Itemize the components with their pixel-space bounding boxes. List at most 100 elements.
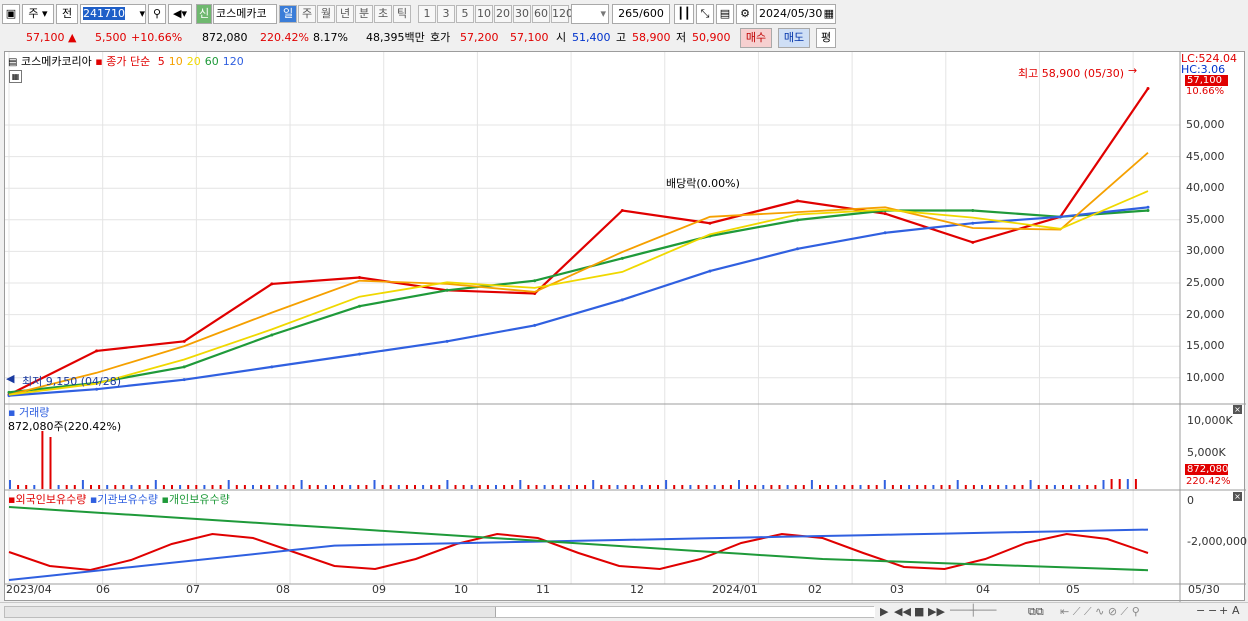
- close-icon[interactable]: ×: [1233, 492, 1242, 501]
- x-tick-label: 07: [186, 583, 200, 596]
- ma-point-120: [1146, 205, 1150, 209]
- interval-button[interactable]: 60: [532, 5, 550, 23]
- plus-icon[interactable]: +: [1219, 604, 1228, 617]
- forward-icon[interactable]: ▶▶: [928, 605, 945, 618]
- ma-point-120: [971, 221, 975, 225]
- low-note: 최저 9,150 (04/28): [22, 375, 122, 388]
- volume-bar: [25, 485, 28, 489]
- price-ytick: 45,000: [1186, 149, 1225, 163]
- save-icon[interactable]: ▤: [716, 4, 734, 24]
- x-tick-label: 09: [372, 583, 386, 596]
- interval-button[interactable]: 120: [551, 5, 573, 23]
- interval-button[interactable]: 20: [494, 5, 512, 23]
- ma-period-label: 10: [168, 55, 183, 68]
- prev-button[interactable]: 전: [56, 4, 78, 24]
- interval-button[interactable]: 1: [418, 5, 436, 23]
- search-icon[interactable]: ⚲: [148, 4, 166, 24]
- ma-point-5: [883, 212, 887, 216]
- volume-bar: [608, 485, 611, 489]
- volume-bar: [422, 485, 425, 489]
- date-field[interactable]: 2024/05/30 ▦: [756, 4, 836, 24]
- play-icon[interactable]: ▶: [880, 605, 888, 618]
- chart-svg[interactable]: [5, 52, 1246, 602]
- font-size-icon[interactable]: A: [1232, 604, 1240, 617]
- volume-bar: [697, 485, 700, 489]
- speaker-icon[interactable]: ◀▾: [168, 4, 192, 24]
- low-label: 저: [676, 31, 687, 44]
- period-tab[interactable]: 분: [355, 5, 373, 23]
- list-icon[interactable]: ▤: [8, 57, 17, 68]
- sell-button[interactable]: 매도: [778, 28, 810, 48]
- ma-point-120: [796, 247, 800, 251]
- volume-bar: [260, 485, 263, 489]
- legend-individual: 개인보유수량: [168, 493, 230, 506]
- calendar-icon[interactable]: ▦: [824, 5, 835, 23]
- volume-bar: [90, 485, 92, 489]
- volume-bar: [349, 485, 352, 489]
- volume-bar: [308, 485, 311, 489]
- candle-icon[interactable]: ┃┃: [674, 4, 694, 24]
- drawing-tools-icon[interactable]: ⇤ ⟋ ⟋ ∿ ⊘ ⟋ ⚲: [1060, 605, 1140, 619]
- draw-icon[interactable]: ⤡: [696, 4, 714, 24]
- minus-icon[interactable]: −: [1208, 604, 1217, 617]
- interval-button[interactable]: 5: [456, 5, 474, 23]
- holding-ytick: -2,000,000: [1187, 535, 1247, 548]
- volume-bar: [535, 485, 538, 489]
- code-input[interactable]: 241710 ▾: [80, 4, 146, 24]
- volume-bar: [503, 485, 506, 489]
- period-tab[interactable]: 초: [374, 5, 392, 23]
- copy-icon[interactable]: ⧉⧉: [1028, 605, 1044, 619]
- volume-bar: [98, 485, 101, 489]
- volume-bar: [729, 485, 732, 489]
- x-end-label: 05/30: [1188, 583, 1220, 596]
- volume-bar: [73, 485, 76, 489]
- low-arrow-icon: ◀: [6, 372, 15, 385]
- chevron-down-icon[interactable]: ▾: [139, 5, 145, 23]
- high-label: 고: [616, 31, 627, 44]
- volume-bar: [932, 485, 935, 489]
- ma-point-60: [270, 333, 274, 337]
- volume-bar: [146, 485, 149, 489]
- low: 50,900: [692, 31, 731, 44]
- x-tick-label: 04: [976, 583, 990, 596]
- interval-button[interactable]: 10: [475, 5, 493, 23]
- volume-bar: [956, 480, 959, 489]
- interval-dropdown[interactable]: ▾: [571, 4, 609, 24]
- stop-icon[interactable]: ■: [914, 605, 924, 618]
- chart-area[interactable]: [4, 51, 1246, 602]
- period-tab[interactable]: 년: [336, 5, 354, 23]
- price-panel-title: ▤ 코스메카코리아 ▪ 종가 단순 5 10 20 60 120: [8, 53, 244, 69]
- buy-button[interactable]: 매수: [740, 28, 772, 48]
- rewind-icon[interactable]: ◀◀: [894, 605, 911, 618]
- market-select[interactable]: 주 ▾: [22, 4, 54, 24]
- period-tab[interactable]: 주: [298, 5, 316, 23]
- price: 57,100: [26, 31, 65, 44]
- interval-button[interactable]: 30: [513, 5, 531, 23]
- volume-bar: [1045, 485, 1048, 489]
- zoom-slider[interactable]: ───┼───: [950, 604, 996, 617]
- volume-bar: [57, 485, 60, 489]
- calc-icon[interactable]: ▦: [9, 70, 22, 83]
- count-field[interactable]: 265/600: [612, 4, 670, 24]
- interval-button[interactable]: 3: [437, 5, 455, 23]
- volume-bar: [316, 485, 319, 489]
- gear-icon[interactable]: ⚙: [736, 4, 754, 24]
- count-total: /600: [639, 7, 664, 20]
- volume-bar: [1102, 480, 1105, 489]
- period-tab[interactable]: 틱: [393, 5, 411, 23]
- scrollbar[interactable]: [4, 606, 875, 618]
- volume-bar: [972, 485, 975, 489]
- eval-button[interactable]: 평: [816, 28, 836, 48]
- volume-bar: [300, 480, 303, 489]
- scrollbar-thumb[interactable]: [495, 607, 875, 617]
- close-icon[interactable]: ×: [1233, 405, 1242, 414]
- volume-bar: [381, 485, 384, 489]
- layout-icon[interactable]: ▣: [2, 4, 20, 24]
- volume-bar: [33, 485, 36, 489]
- high-arrow-icon: →: [1128, 64, 1138, 77]
- volume-bar: [794, 485, 797, 489]
- period-tab[interactable]: 월: [317, 5, 335, 23]
- zoom-out-icon[interactable]: −: [1196, 604, 1205, 617]
- holding-ytick: 0: [1187, 494, 1194, 507]
- period-tab[interactable]: 일: [279, 5, 297, 23]
